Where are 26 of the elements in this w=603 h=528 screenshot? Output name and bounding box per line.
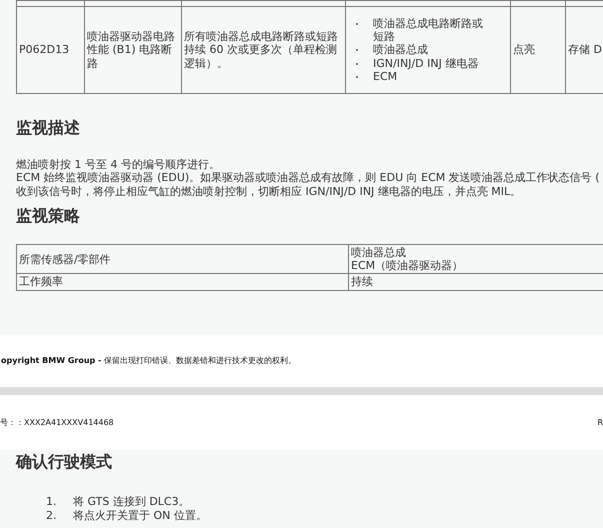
- section-heading: 确认行驶模式: [16, 451, 113, 472]
- table-cell: 点亮: [510, 6, 566, 94]
- table-cell: 喷油器驱动器电路性能 (B1) 电路断路: [84, 6, 182, 94]
- step-text: 将点火开关置于 ON 位置。: [73, 509, 207, 524]
- section-heading: 监视描述: [16, 117, 81, 138]
- table-cell: 所需传感器/零部件: [16, 244, 348, 274]
- copyright-text: opyright BMW Group - 保留出现打印错误、数据差错和进行技术更改的权利。: [1, 356, 296, 366]
- step-number: 1.: [46, 495, 58, 510]
- section-heading: 监视策略: [16, 206, 81, 225]
- table-cell: 工作频率: [16, 274, 348, 290]
- table-cell: P062D13: [16, 6, 84, 94]
- paragraph-line: 收到该信号时，将停止相应气缸的燃油喷射控制，切断相应 IGN/INJ/D INJ 继电器的电压，并点亮 MIL。: [16, 184, 522, 198]
- header-text: R: [597, 418, 603, 428]
- paragraph-line: ECM 始终监视喷油器驱动器 (EDU)。如果驱动器或喷油器总成有故障，则 EDU 向 ECM 发送喷油器总成工作状态信号 (: [16, 171, 600, 185]
- list-item: ECM: [373, 70, 398, 83]
- step-text: 将 GTS 连接到 DLC3。: [73, 495, 190, 510]
- paragraph-line: 燃油喷射按 1 号至 4 号的编号顺序进行。: [16, 158, 220, 172]
- list-item: 喷油器总成: [373, 43, 428, 57]
- table-cell-text: 喷油器总成: [351, 246, 407, 260]
- list-item: 喷油器总成电路断路或短路: [373, 17, 484, 44]
- step-number: 2.: [46, 509, 58, 524]
- document-number: 号：：XXX2A41XXXV414468: [0, 418, 114, 428]
- table-cell-text: ECM（喷油器驱动器）: [351, 259, 464, 272]
- list-item: IGN/INJ/D INJ 继电器: [373, 56, 478, 70]
- table-cell-text: 持续: [351, 275, 374, 288]
- table-cell: 所有喷油器总成电路断路或短路持续 60 次或更多次（单程检测逻辑）。: [182, 6, 346, 94]
